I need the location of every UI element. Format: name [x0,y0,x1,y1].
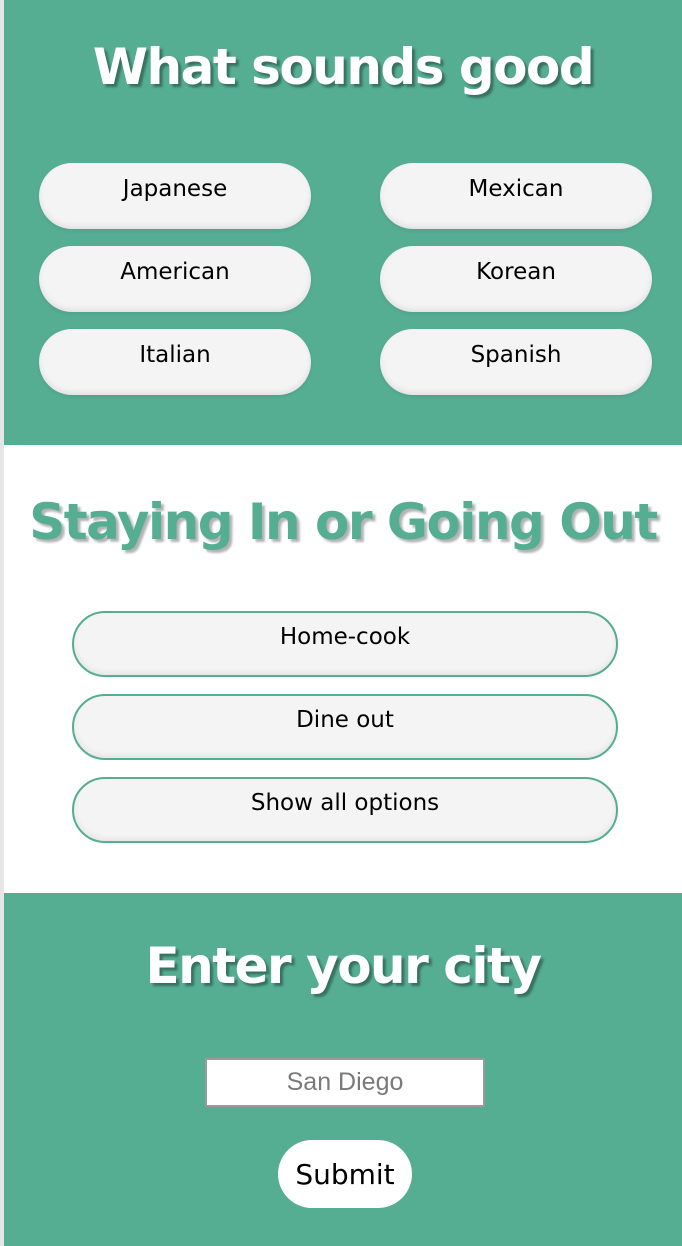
dining-mode-section-title: Staying In or Going Out [29,493,658,551]
cuisine-option-mexican[interactable]: Mexican [380,163,652,229]
cuisine-option-korean[interactable]: Korean [380,246,652,312]
city-section-title: Enter your city [145,937,542,995]
dine-out-button[interactable]: Dine out [72,694,618,760]
page: What sounds good Japanese Mexican Americ… [0,0,682,1246]
cuisine-section: What sounds good Japanese Mexican Americ… [4,0,682,445]
city-section: Enter your city Submit [4,893,682,1246]
cuisine-option-spanish[interactable]: Spanish [380,329,652,395]
show-all-options-button[interactable]: Show all options [72,777,618,843]
cuisine-option-italian[interactable]: Italian [39,329,311,395]
cuisine-option-japanese[interactable]: Japanese [39,163,311,229]
dining-mode-section: Staying In or Going Out Home-cook Dine o… [4,445,682,893]
cuisine-option-american[interactable]: American [39,246,311,312]
city-input[interactable] [205,1058,485,1107]
cuisine-section-title: What sounds good [92,38,595,96]
submit-button[interactable]: Submit [278,1140,412,1208]
home-cook-button[interactable]: Home-cook [72,611,618,677]
